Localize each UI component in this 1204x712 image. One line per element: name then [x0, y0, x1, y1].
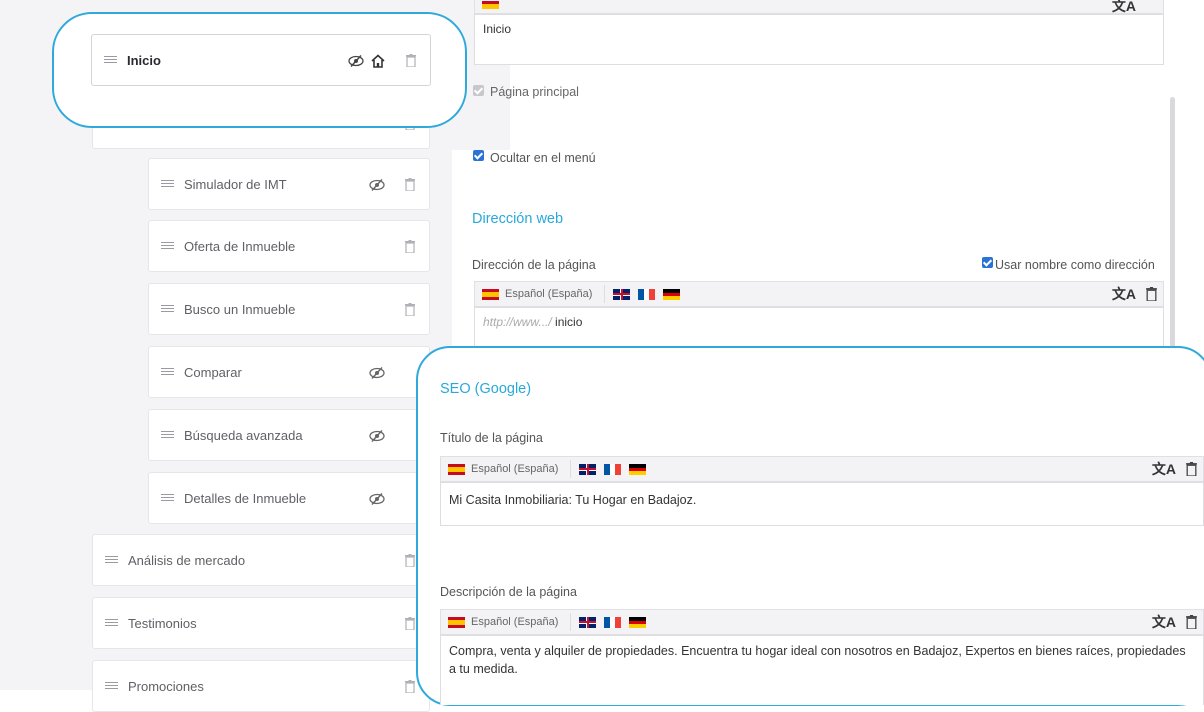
- usar-nombre-label: Usar nombre como dirección: [995, 258, 1155, 272]
- eye-slash-icon[interactable]: [348, 55, 364, 67]
- ocultar-menu-checkbox[interactable]: [473, 150, 484, 161]
- trash-icon[interactable]: [406, 54, 416, 67]
- url-field[interactable]: http://www.../ inicio: [474, 307, 1164, 347]
- flag-de-icon[interactable]: [663, 288, 681, 300]
- tree-item-label: Simulador de IMT: [184, 176, 287, 192]
- eye-slash-icon[interactable]: [369, 179, 385, 191]
- tree-item-promociones[interactable]: Promociones: [92, 660, 430, 712]
- tree-item-label: Detalles de Inmueble: [184, 490, 307, 506]
- flag-de-icon[interactable]: [629, 616, 647, 628]
- language-name[interactable]: Español (España): [471, 616, 558, 628]
- direccion-pagina-label: Dirección de la página: [472, 258, 596, 272]
- tree-item-simulador-imt[interactable]: Simulador de IMT: [148, 158, 430, 210]
- trash-icon[interactable]: [1146, 287, 1157, 301]
- titulo-pagina-field[interactable]: Mi Casita Inmobiliaria: Tu Hogar en Bada…: [440, 482, 1204, 526]
- trash-icon[interactable]: [405, 554, 415, 567]
- drag-handle-icon[interactable]: [161, 305, 174, 313]
- tree-item-analisis-mercado[interactable]: Análisis de mercado: [92, 534, 430, 586]
- eye-slash-icon[interactable]: [369, 493, 385, 505]
- trash-icon[interactable]: [405, 240, 415, 253]
- eye-slash-icon[interactable]: [369, 367, 385, 379]
- descripcion-pagina-field[interactable]: Compra, venta y alquiler de propiedades.…: [440, 635, 1204, 705]
- tree-item-oferta-inmueble[interactable]: Oferta de Inmueble: [148, 220, 430, 272]
- pagina-principal-checkbox[interactable]: [473, 85, 484, 96]
- usar-nombre-checkbox[interactable]: [982, 257, 993, 268]
- highlight-callout-inicio: Inicio: [52, 12, 467, 128]
- flag-fr-icon[interactable]: [638, 288, 656, 300]
- language-bar-descripcion: Español (España) 文A: [440, 609, 1204, 635]
- trash-icon[interactable]: [405, 617, 415, 630]
- page-name-field[interactable]: Inicio: [474, 14, 1164, 65]
- divider: [570, 460, 572, 478]
- flag-es-icon[interactable]: [448, 616, 465, 628]
- divider: [604, 285, 606, 303]
- drag-handle-icon[interactable]: [105, 556, 118, 564]
- tree-item-detalles-inmueble[interactable]: Detalles de Inmueble: [148, 472, 430, 524]
- url-value: inicio: [555, 315, 583, 329]
- drag-handle-icon[interactable]: [161, 431, 174, 439]
- drag-handle-icon[interactable]: [105, 619, 118, 627]
- flag-es-icon[interactable]: [448, 463, 465, 475]
- flag-uk-icon[interactable]: [579, 616, 597, 628]
- tree-item-label: Busco un Inmueble: [184, 301, 296, 317]
- tree-item-busco-inmueble[interactable]: Busco un Inmueble: [148, 283, 430, 335]
- tree-item-label: Análisis de mercado: [128, 552, 246, 568]
- flag-uk-icon[interactable]: [579, 463, 597, 475]
- language-name[interactable]: Español (España): [505, 288, 592, 300]
- drag-handle-icon[interactable]: [161, 242, 174, 250]
- translate-icon[interactable]: 文A: [1112, 284, 1136, 304]
- translate-icon[interactable]: 文A: [1152, 459, 1176, 479]
- url-prefix: http://www.../: [483, 315, 552, 329]
- eye-slash-icon[interactable]: [369, 430, 385, 442]
- drag-handle-icon[interactable]: [161, 368, 174, 376]
- home-icon[interactable]: [371, 54, 385, 68]
- tree-item-label: Búsqueda avanzada: [184, 427, 303, 443]
- language-bar-name: 文A: [474, 0, 1164, 14]
- trash-icon[interactable]: [405, 680, 415, 693]
- tree-item-label: Promociones: [128, 678, 204, 694]
- drag-handle-icon[interactable]: [161, 494, 174, 502]
- flag-fr-icon[interactable]: [604, 616, 622, 628]
- ocultar-menu-label: Ocultar en el menú: [490, 151, 596, 165]
- tree-item-inicio[interactable]: Inicio: [91, 34, 431, 86]
- titulo-pagina-value: Mi Casita Inmobiliaria: Tu Hogar en Bada…: [449, 493, 697, 507]
- titulo-pagina-label: Título de la página: [440, 431, 543, 445]
- flag-de-icon[interactable]: [629, 463, 647, 475]
- tree-item-comparar[interactable]: Comparar: [148, 346, 430, 398]
- trash-icon[interactable]: [405, 178, 415, 191]
- pagina-principal-label: Página principal: [490, 85, 579, 99]
- trash-icon[interactable]: [1186, 615, 1197, 629]
- flag-fr-icon[interactable]: [604, 463, 622, 475]
- translate-icon[interactable]: 文A: [1152, 612, 1176, 632]
- trash-icon[interactable]: [1186, 462, 1197, 476]
- direccion-web-title: Dirección web: [472, 211, 564, 227]
- language-bar-titulo: Español (España) 文A: [440, 456, 1204, 482]
- divider: [570, 613, 572, 631]
- tree-item-label: Testimonios: [128, 615, 197, 631]
- scrollbar[interactable]: [1170, 97, 1175, 357]
- drag-handle-icon[interactable]: [161, 180, 174, 188]
- tree-item-busqueda-avanzada[interactable]: Búsqueda avanzada: [148, 409, 430, 461]
- flag-uk-icon[interactable]: [613, 288, 631, 300]
- descripcion-pagina-value: Compra, venta y alquiler de propiedades.…: [449, 644, 1186, 676]
- tree-item-testimonios[interactable]: Testimonios: [92, 597, 430, 649]
- tree-item-label: Oferta de Inmueble: [184, 238, 296, 254]
- flag-es-icon[interactable]: [482, 0, 499, 9]
- language-name[interactable]: Español (España): [471, 463, 558, 475]
- drag-handle-icon[interactable]: [105, 682, 118, 690]
- seo-title: SEO (Google): [440, 381, 532, 397]
- trash-icon[interactable]: [405, 303, 415, 316]
- tree-item-label: Comparar: [184, 364, 242, 380]
- descripcion-pagina-label: Descripción de la página: [440, 585, 577, 599]
- drag-handle-icon[interactable]: [104, 56, 117, 64]
- highlight-callout-seo: SEO (Google) Título de la página Español…: [416, 346, 1204, 706]
- page-name-value: Inicio: [483, 22, 512, 36]
- language-bar-url: Español (España) 文A: [474, 281, 1164, 307]
- flag-es-icon[interactable]: [482, 288, 499, 300]
